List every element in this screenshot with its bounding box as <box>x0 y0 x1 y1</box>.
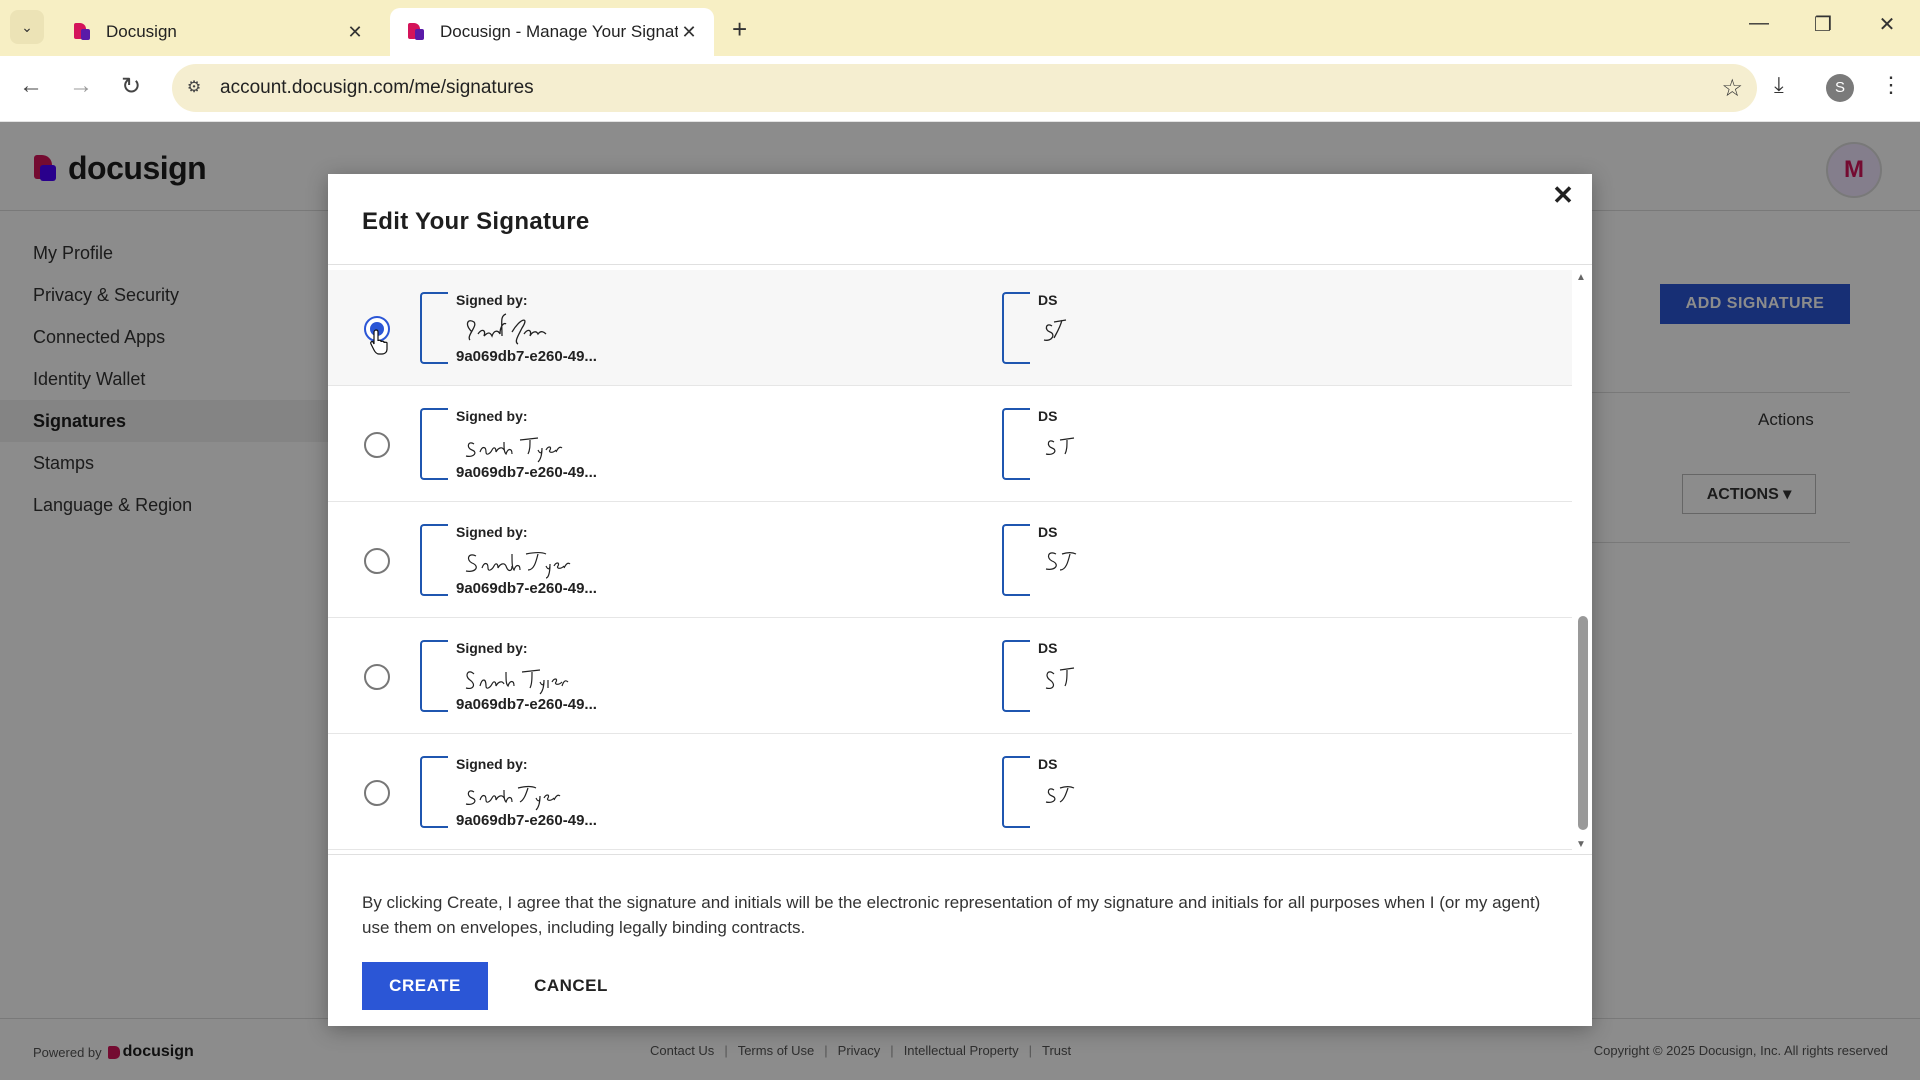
bookmark-star-icon[interactable]: ☆ <box>1721 74 1743 103</box>
edit-signature-dialog: Edit Your Signature ✕ Signed by: 9a069db… <box>328 174 1592 1026</box>
signature-radio[interactable] <box>364 548 390 574</box>
scroll-down-icon[interactable]: ▼ <box>1576 839 1586 850</box>
handwritten-initials-icon <box>1043 319 1067 341</box>
signature-preview: Signed by: 9a069db7-e260-49... <box>420 524 700 597</box>
hand-cursor-icon <box>370 329 388 355</box>
handwritten-signature-icon <box>465 551 571 579</box>
legal-disclaimer: By clicking Create, I agree that the sig… <box>362 893 1541 937</box>
signature-option[interactable]: Signed by: 9a069db7-e260-49... DS <box>328 386 1572 502</box>
tab-title: Docusign - Manage Your Signat <box>440 22 678 41</box>
signature-radio[interactable] <box>364 432 390 458</box>
close-tab-icon[interactable]: ✕ <box>678 22 700 43</box>
browser-tab-bar: ⌄ Docusign ✕ Docusign - Manage Your Sign… <box>0 0 1920 56</box>
signature-preview: Signed by: 9a069db7-e260-49... <box>420 756 700 829</box>
tab-title: Docusign <box>106 22 177 41</box>
restore-icon[interactable]: ❐ <box>1808 12 1838 37</box>
download-icon[interactable]: ⤓ <box>1774 72 1784 98</box>
initials-preview: DS <box>1002 524 1082 596</box>
signature-option[interactable]: Signed by: 9a069db7-e260-49... DS <box>328 502 1572 618</box>
handwritten-signature-icon <box>465 437 563 463</box>
dialog-title: Edit Your Signature <box>362 208 590 235</box>
docusign-favicon-icon <box>72 22 92 42</box>
tab-search-button[interactable]: ⌄ <box>10 10 44 44</box>
signature-option[interactable]: Signed by: 9a069db7-e260-49... DS <box>328 618 1572 734</box>
handwritten-signature-icon <box>466 313 547 345</box>
signature-option[interactable]: Signed by: 9a069db7-e260-49... DS <box>328 734 1572 850</box>
cancel-button[interactable]: CANCEL <box>512 962 630 1010</box>
handwritten-initials-icon <box>1045 785 1075 803</box>
signature-radio[interactable] <box>364 780 390 806</box>
handwritten-signature-icon <box>465 785 561 811</box>
close-tab-icon[interactable]: ✕ <box>344 22 366 43</box>
handwritten-signature-icon <box>465 669 569 695</box>
new-tab-icon[interactable]: + <box>732 14 747 45</box>
signature-option[interactable]: Signed by: 9a069db7-e260-49... DS <box>328 270 1572 386</box>
dialog-divider <box>328 854 1592 855</box>
handwritten-initials-icon <box>1045 437 1075 455</box>
back-icon[interactable]: ← <box>14 72 48 100</box>
url-text[interactable]: account.docusign.com/me/signatures <box>220 77 534 99</box>
kebab-menu-icon[interactable]: ⋮ <box>1880 72 1902 98</box>
initials-preview: DS <box>1002 756 1082 828</box>
close-window-icon[interactable]: ✕ <box>1872 12 1902 37</box>
site-settings-icon[interactable]: ⚙ <box>182 76 206 100</box>
close-dialog-icon[interactable]: ✕ <box>1548 180 1578 211</box>
initials-preview: DS <box>1002 292 1082 364</box>
browser-tab-manage-signatures[interactable]: Docusign - Manage Your Signat ✕ <box>390 8 714 56</box>
handwritten-initials-icon <box>1045 551 1077 571</box>
dialog-divider <box>328 264 1592 265</box>
signature-preview: Signed by: 9a069db7-e260-49... <box>420 292 700 365</box>
scrollbar-thumb[interactable] <box>1578 616 1588 830</box>
handwritten-initials-icon <box>1045 667 1075 689</box>
initials-preview: DS <box>1002 408 1082 480</box>
reload-icon[interactable]: ↻ <box>114 72 148 101</box>
signature-id: 9a069db7-e260-49... <box>456 348 597 365</box>
signature-preview: Signed by: 9a069db7-e260-49... <box>420 640 700 713</box>
signature-options-list[interactable]: Signed by: 9a069db7-e260-49... DS Signed… <box>328 270 1572 850</box>
browser-tab-docusign[interactable]: Docusign ✕ <box>56 8 380 56</box>
signature-radio[interactable] <box>364 664 390 690</box>
signature-id: 9a069db7-e260-49... <box>456 696 597 713</box>
browser-toolbar: ← → ↻ ⚙ account.docusign.com/me/signatur… <box>0 56 1920 122</box>
signature-id: 9a069db7-e260-49... <box>456 580 597 597</box>
create-button[interactable]: CREATE <box>362 962 488 1010</box>
scroll-up-icon[interactable]: ▲ <box>1576 272 1586 283</box>
signature-preview: Signed by: 9a069db7-e260-49... <box>420 408 700 481</box>
signature-id: 9a069db7-e260-49... <box>456 464 597 481</box>
minimize-icon[interactable]: — <box>1744 12 1774 35</box>
address-bar[interactable]: ⚙ account.docusign.com/me/signatures ☆ <box>172 64 1757 112</box>
forward-icon[interactable]: → <box>64 72 98 100</box>
initials-preview: DS <box>1002 640 1082 712</box>
signature-list-scrollbar[interactable]: ▲ ▼ <box>1572 270 1592 850</box>
signature-id: 9a069db7-e260-49... <box>456 812 597 829</box>
chevron-down-icon: ⌄ <box>21 18 33 35</box>
docusign-favicon-icon <box>406 22 426 42</box>
browser-profile-avatar[interactable]: S <box>1826 74 1854 102</box>
